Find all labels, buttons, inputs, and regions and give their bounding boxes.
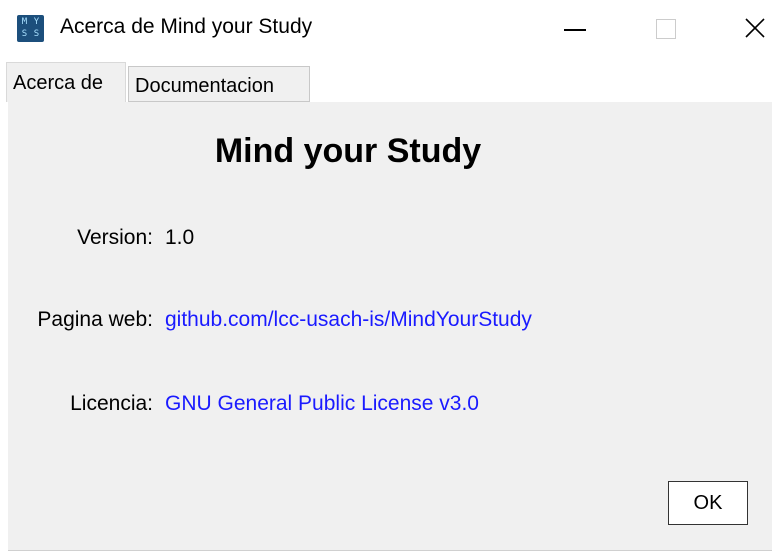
tab-strip: Acerca de Documentacion — [0, 62, 780, 102]
about-panel: Mind your Study Version: 1.0 Pagina web:… — [8, 102, 772, 551]
app-icon: M Y S S — [17, 15, 44, 42]
version-value: 1.0 — [165, 226, 195, 249]
app-name-heading: Mind your Study — [214, 132, 482, 170]
minimize-button[interactable] — [548, 0, 608, 56]
close-button[interactable] — [728, 0, 780, 56]
maximize-icon — [656, 19, 676, 39]
about-dialog-window: M Y S S Acerca de Mind your Study Acerca… — [0, 0, 780, 556]
tab-documentacion[interactable]: Documentacion — [128, 66, 310, 102]
ok-button[interactable]: OK — [668, 481, 748, 525]
tab-acerca-de[interactable]: Acerca de — [6, 62, 126, 102]
maximize-button[interactable] — [640, 0, 700, 56]
window-title: Acerca de Mind your Study — [60, 15, 313, 38]
version-label: Version: — [77, 226, 153, 249]
title-bar[interactable]: M Y S S Acerca de Mind your Study — [0, 0, 780, 56]
license-label: Licencia: — [70, 392, 153, 415]
license-link[interactable]: GNU General Public License v3.0 — [165, 392, 479, 416]
close-icon — [745, 18, 765, 38]
website-link[interactable]: github.com/lcc-usach-is/MindYourStudy — [165, 308, 532, 332]
website-label: Pagina web: — [37, 308, 153, 331]
minimize-icon — [564, 29, 586, 31]
